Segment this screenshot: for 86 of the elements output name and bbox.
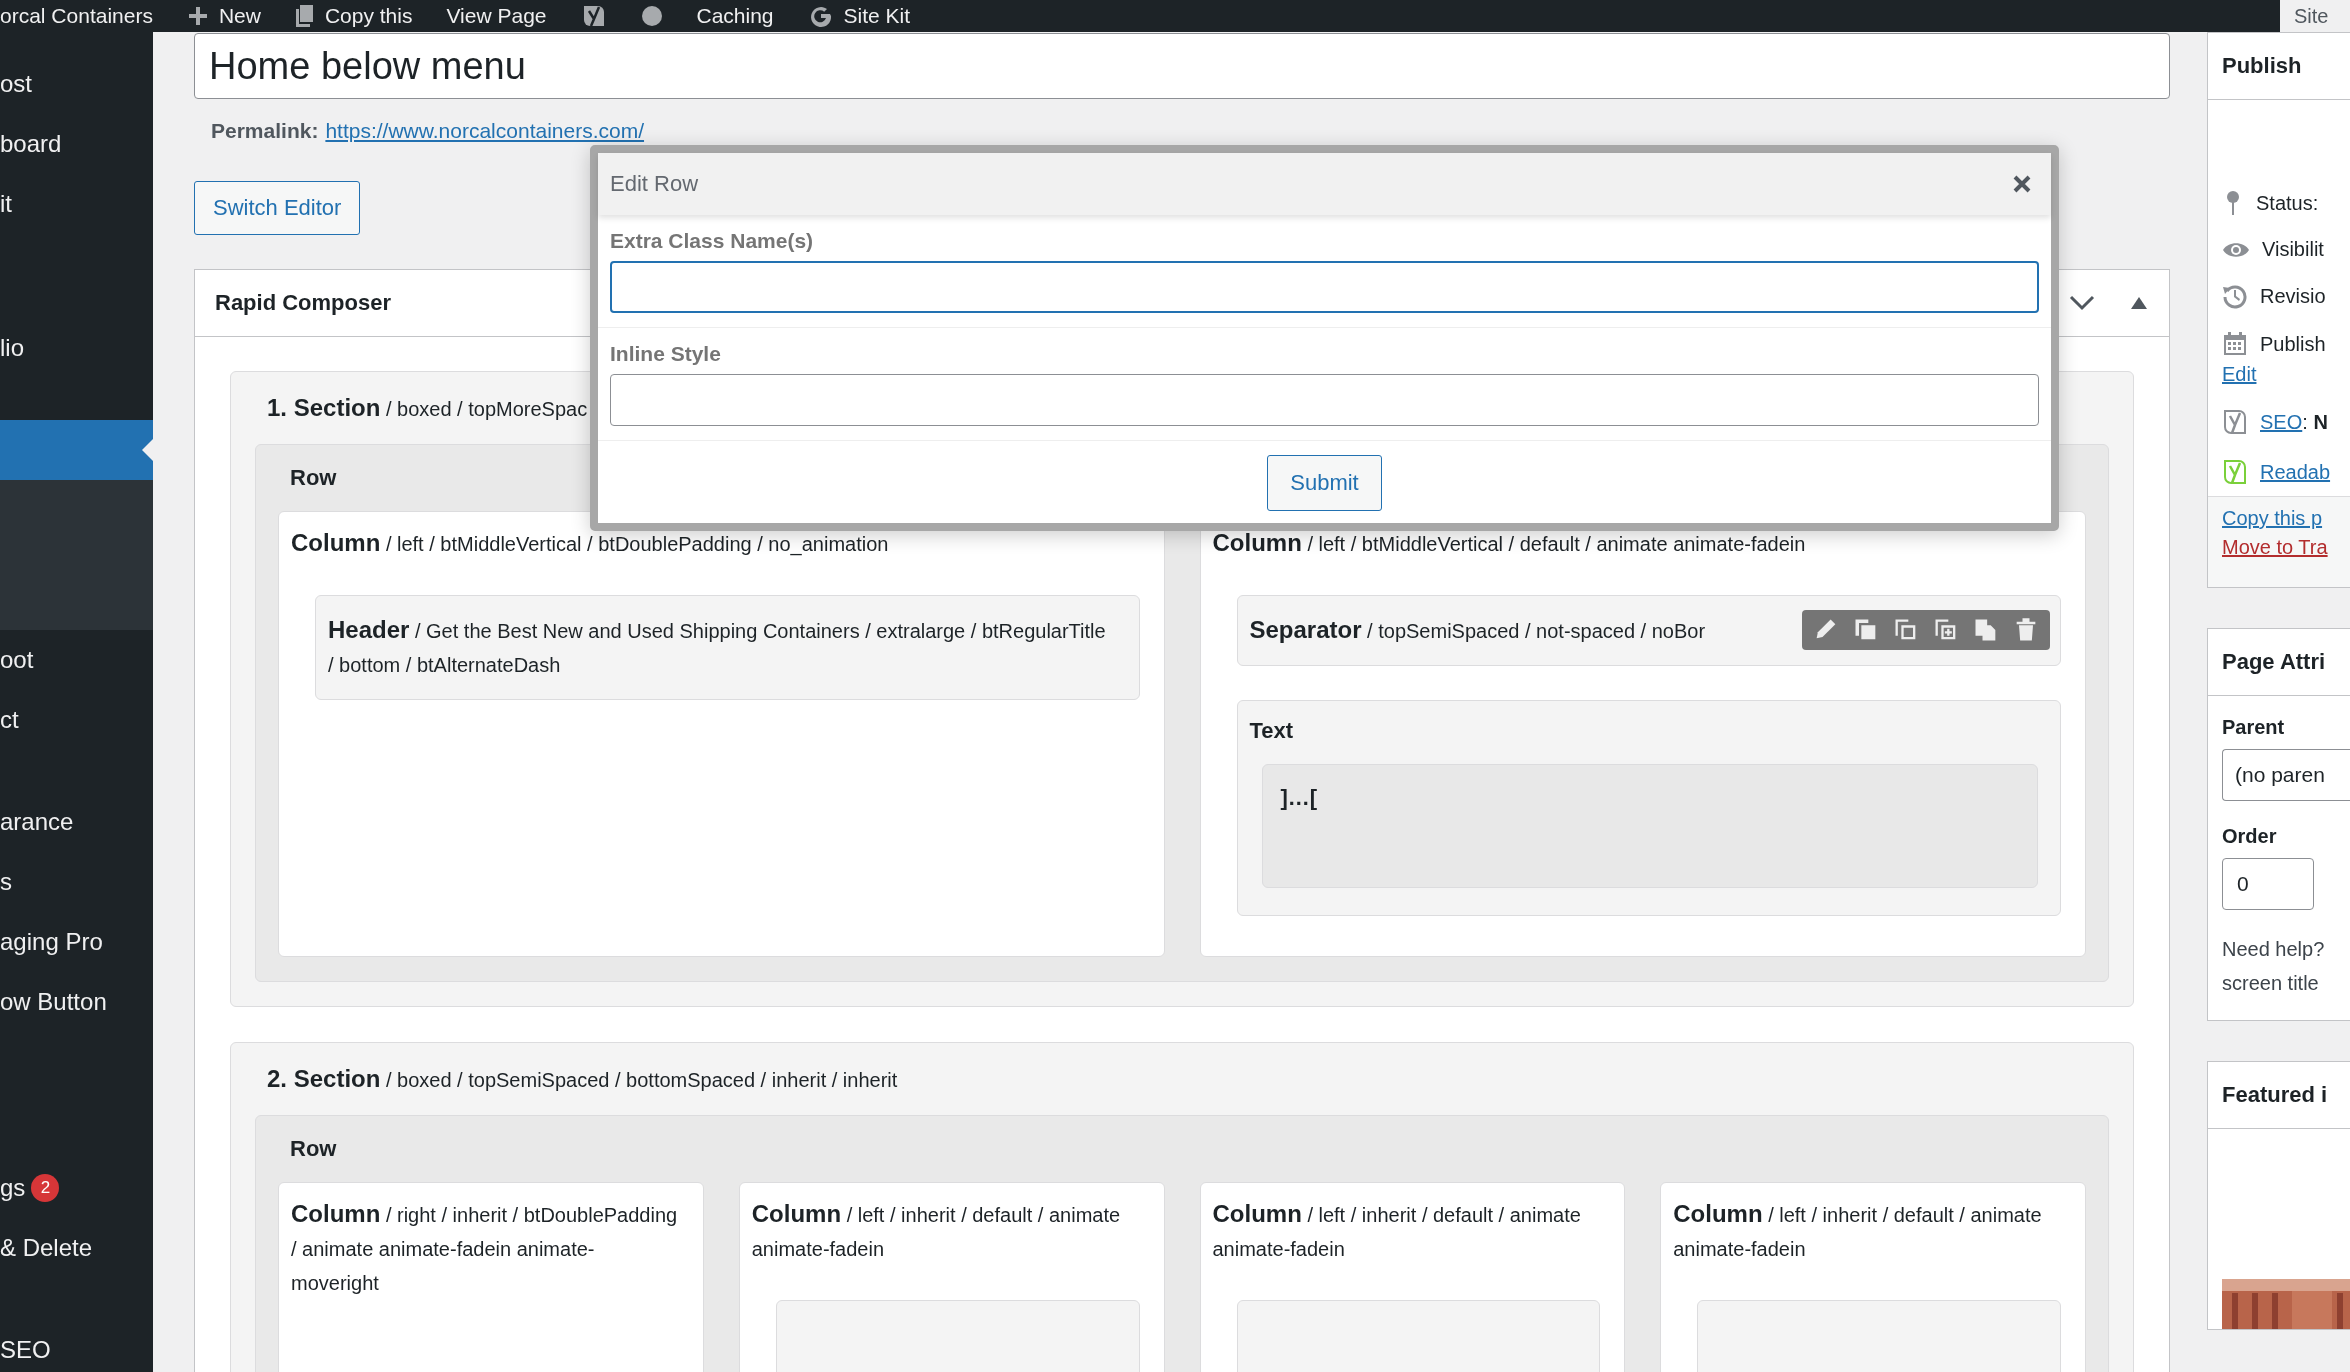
panel-title: Publish — [2208, 33, 2350, 100]
column-title: Column / left / btMiddleVertical / default / animate animate-fadein — [1212, 528, 1807, 558]
submit-button[interactable]: Submit — [1267, 455, 1382, 511]
row-block[interactable] — [255, 1115, 2109, 1372]
seo-link[interactable]: SEO — [2260, 410, 2303, 433]
close-icon — [2013, 175, 2031, 193]
input-field[interactable] — [610, 261, 2039, 313]
column-block[interactable]: Column / left / inherit / default / animate animate-fadein — [738, 1182, 1165, 1372]
help-text: screen title — [2222, 971, 2320, 996]
column-title: Column / left / inherit / default / animate animate-fadein — [1212, 1199, 1582, 1262]
admin-bar-item[interactable]: Copy this — [294, 4, 413, 28]
permalink-label: Permalink: — [211, 119, 319, 143]
admin-bar-item[interactable]: Caching — [696, 4, 774, 28]
count-badge: 2 — [31, 1174, 60, 1202]
column-block[interactable]: Column / left / inherit / default / animate animate-fadein — [1660, 1182, 2086, 1372]
text-block[interactable]: Text ]…[ — [1236, 700, 2061, 916]
menu-item[interactable]: board — [0, 114, 153, 174]
section-block[interactable] — [230, 1042, 2134, 1372]
plus-icon — [186, 5, 209, 27]
menu-item[interactable]: gs 2 — [0, 1158, 153, 1218]
edit-link[interactable]: Edit — [2222, 363, 2350, 386]
parent-label: Parent — [2222, 716, 2286, 739]
row-title: Row — [289, 1135, 337, 1163]
panel-title: Featured i — [2208, 1062, 2350, 1129]
triangle-up-icon[interactable] — [2131, 297, 2147, 309]
menu-item[interactable]: lio — [0, 318, 153, 378]
publish-label: Status: — [2256, 191, 2319, 215]
column-block[interactable]: Column / left / btMiddleVertical / btDoublePadding / no_animation Header / Get the Best New and Used Shipping Containers / extralarge / btRegularTitle / bottom / btAlternateDash — [278, 511, 1165, 957]
column-block[interactable]: Column / right / inherit / btDoublePadding / animate animate-fadein animate-moveright — [278, 1182, 704, 1372]
admin-bar-item[interactable]: orcal Containers — [0, 4, 153, 28]
parent-select[interactable]: (no paren — [2222, 749, 2350, 801]
document-icon — [294, 5, 315, 27]
menu-item[interactable]: ost — [0, 54, 153, 114]
element-block[interactable]: Header / Get the Best New and Used Shipping Containers / extralarge / btRegularTitle / bottom / btAlternateDash — [315, 595, 1140, 700]
section-title: 2. Section / boxed / topSemiSpaced / bottomSpaced / inherit / inherit — [267, 1065, 898, 1093]
element-block[interactable]: Separator / topSemiSpaced / not-spaced / noBor — [1236, 595, 2061, 666]
menu-item[interactable]: ow Button — [0, 972, 153, 1032]
menu-item[interactable]: it — [0, 174, 153, 234]
menu-item[interactable]: s — [0, 852, 153, 912]
menu-item[interactable]: SEO — [0, 1320, 153, 1372]
history-icon — [2222, 283, 2248, 309]
publish-label: Revisio — [2260, 284, 2326, 308]
dialog-title: Edit Row — [610, 171, 700, 197]
chevron-down-icon[interactable] — [2069, 295, 2095, 311]
publish-label: Publish — [2260, 332, 2326, 356]
menu-item[interactable]: ct — [0, 690, 153, 750]
row-title: Row — [289, 464, 337, 492]
screen-options-tab[interactable]: Site — [2280, 0, 2350, 32]
field-label: Inline Style — [610, 342, 722, 366]
status-dot-icon — [640, 5, 663, 27]
order-field[interactable]: 0 — [2222, 858, 2314, 910]
column-block[interactable]: Column / left / inherit / default / animate animate-fadein — [1199, 1182, 1626, 1372]
readability-score-icon — [2222, 458, 2248, 486]
permalink-link[interactable]: https://www.norcalcontainers.com/ — [325, 119, 645, 143]
order-label: Order — [2222, 825, 2278, 848]
element-title: Text — [1249, 718, 1295, 744]
seo-score-icon — [2222, 408, 2248, 436]
column-title: Column / left / inherit / default / animate animate-fadein — [751, 1199, 1122, 1262]
column-title: Column / right / inherit / btDoublePadding / animate animate-fadein animate-moveright — [291, 1199, 679, 1296]
element-title: Header / Get the Best New and Used Shipping Containers / extralarge / btRegularTitle / bottom / btAlternateDash — [328, 615, 1107, 678]
column-block[interactable]: Column / left / btMiddleVertical / default / animate animate-fadein Separator / topSemiSpaced / not-spaced / noBor Text ]…[ — [1199, 511, 2086, 957]
help-text: Need help? — [2222, 937, 2326, 962]
seo-link[interactable]: Readab — [2260, 460, 2331, 483]
column-title: Column / left / inherit / default / animate animate-fadein — [1673, 1199, 2043, 1262]
element-title: Separator / topSemiSpaced / not-spaced / noBor — [1249, 615, 1706, 645]
menu-item[interactable]: aging Pro — [0, 912, 153, 972]
admin-bar-item[interactable]: View Page — [446, 4, 547, 28]
text-preview: ]…[ — [1261, 764, 2038, 888]
input-field[interactable] — [610, 374, 2039, 426]
switch-editor-button[interactable]: Switch Editor — [194, 181, 361, 235]
menu-item[interactable]: arance — [0, 792, 153, 852]
admin-bar-item[interactable]: Site Kit — [807, 3, 911, 29]
menu-item[interactable]: oot — [0, 630, 153, 690]
trash-link[interactable]: Move to Tra — [2222, 536, 2350, 559]
admin-bar-item[interactable]: New — [186, 4, 261, 28]
section-title: 1. Section / boxed / topMoreSpac — [267, 394, 588, 422]
column-title: Column / left / btMiddleVertical / btDoublePadding / no_animation — [291, 528, 890, 558]
field-label: Extra Class Name(s) — [610, 229, 815, 253]
title-field[interactable]: Home below menu — [194, 33, 2170, 99]
publish-label: Visibilit — [2262, 238, 2324, 261]
seo-status-text: : N — [2302, 410, 2328, 433]
calendar-icon — [2222, 331, 2248, 357]
panel-title: Rapid Composer — [215, 290, 393, 316]
menu-item[interactable]: & Delete — [0, 1218, 153, 1278]
panel-title: Page Attri — [2208, 629, 2350, 696]
copy-draft-link[interactable]: Copy this p — [2222, 507, 2350, 530]
